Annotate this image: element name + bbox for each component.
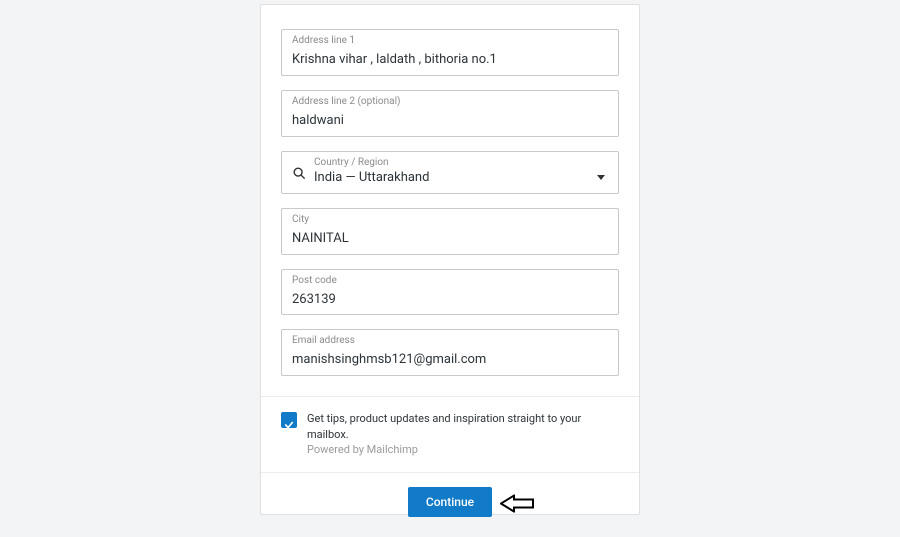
address-line-1-field[interactable]: Address line 1 — [281, 29, 619, 76]
tips-main-text: Get tips, product updates and inspiratio… — [307, 412, 581, 440]
form-fields: Address line 1 Address line 2 (optional)… — [261, 5, 639, 396]
address-line-1-input[interactable] — [292, 52, 608, 69]
address-line-2-label: Address line 2 (optional) — [292, 97, 608, 107]
search-icon — [292, 165, 306, 179]
tips-opt-in-row: Get tips, product updates and inspiratio… — [261, 397, 639, 471]
address-line-1-label: Address line 1 — [292, 36, 608, 46]
country-region-value: India — Uttarakhand — [314, 170, 588, 187]
email-label: Email address — [292, 336, 608, 346]
tips-text: Get tips, product updates and inspiratio… — [307, 411, 619, 457]
city-field[interactable]: City — [281, 208, 619, 255]
city-label: City — [292, 215, 608, 225]
continue-button[interactable]: Continue — [408, 487, 492, 517]
postcode-field[interactable]: Post code — [281, 269, 619, 316]
check-icon — [284, 415, 294, 425]
tips-sub-text: Powered by Mailchimp — [307, 443, 418, 456]
country-region-label: Country / Region — [314, 158, 588, 168]
address-line-2-field[interactable]: Address line 2 (optional) — [281, 90, 619, 137]
address-line-2-input[interactable] — [292, 113, 608, 130]
tips-checkbox[interactable] — [281, 412, 297, 428]
postcode-input[interactable] — [292, 292, 608, 309]
button-row: Continue — [261, 473, 639, 537]
email-field[interactable]: Email address — [281, 329, 619, 376]
chevron-down-icon — [596, 167, 606, 177]
country-region-field[interactable]: Country / Region India — Uttarakhand — [281, 151, 619, 194]
annotation-arrow-icon — [500, 494, 534, 512]
postcode-label: Post code — [292, 276, 608, 286]
city-input[interactable] — [292, 231, 608, 248]
signup-form-card: Address line 1 Address line 2 (optional)… — [260, 4, 640, 515]
email-input[interactable] — [292, 352, 608, 369]
